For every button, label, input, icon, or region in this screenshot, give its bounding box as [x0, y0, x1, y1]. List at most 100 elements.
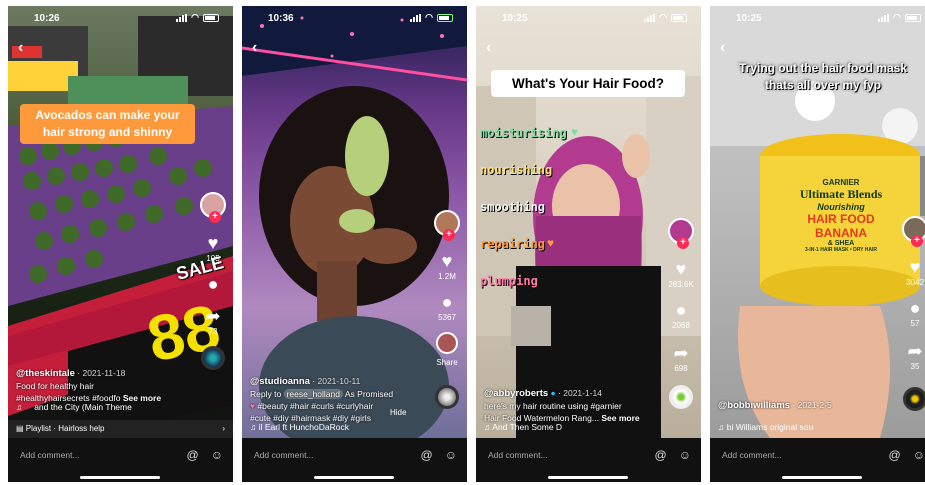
caption-hashtags-1[interactable]: #beauty #hair #curls #curlyhair	[257, 401, 373, 411]
add-comment-input[interactable]: Add comment...	[254, 450, 314, 460]
heart-emoji-icon: ♥	[250, 401, 256, 411]
wifi-icon: ◠	[191, 12, 199, 22]
heart-icon[interactable]: ♥	[442, 252, 453, 270]
music-title: bi Williams original sou	[726, 422, 814, 432]
emoji-icon[interactable]: ☺	[913, 448, 925, 462]
music-disc-icon[interactable]	[435, 385, 459, 409]
mention-icon[interactable]: @	[655, 448, 667, 462]
comment-bar: Add comment... @ ☺	[242, 438, 467, 482]
playlist-bar[interactable]: ▤ Playlist · Hairloss help ›	[8, 420, 233, 438]
mention-icon[interactable]: @	[421, 448, 433, 462]
status-bar: 10:25 ◠	[476, 6, 701, 28]
music-ticker[interactable]: ♫ il Earl ft HunchoDaRock	[250, 422, 420, 432]
mention-icon[interactable]: @	[187, 448, 199, 462]
battery-icon	[437, 13, 453, 22]
comment-count: 2068	[672, 321, 690, 330]
music-disc-icon[interactable]	[669, 385, 693, 409]
wifi-icon: ◠	[893, 12, 901, 22]
follow-plus-icon[interactable]: +	[209, 211, 221, 223]
jar-line-2: Nourishing	[817, 202, 865, 212]
wifi-icon: ◠	[659, 12, 667, 22]
creator-username[interactable]: @bobbiwilliams	[718, 400, 790, 411]
like-count: 283.6K	[668, 280, 694, 289]
comment-bar: Add comment... @ ☺	[8, 438, 233, 482]
status-time: 10:36	[268, 13, 294, 24]
home-indicator	[80, 476, 160, 479]
music-title: and the City (Main Theme	[34, 402, 132, 412]
add-comment-input[interactable]: Add comment...	[488, 450, 548, 460]
back-chevron-icon[interactable]: ‹	[720, 39, 725, 57]
back-chevron-icon[interactable]: ‹	[252, 39, 257, 57]
share-arrow-icon[interactable]: ➦	[673, 344, 688, 362]
signal-icon	[410, 13, 422, 22]
back-chevron-icon[interactable]: ‹	[486, 39, 491, 57]
jar-line-6: 3-IN-1 HAIR MASK • DRY HAIR	[804, 247, 878, 253]
battery-icon	[203, 13, 219, 22]
music-note-icon: ♫	[718, 422, 725, 432]
video-overlay-text: Trying out the hair food mask thats all …	[738, 61, 908, 92]
music-ticker[interactable]: ♫ and the City (Main Theme	[16, 402, 186, 412]
like-count: 1.2M	[438, 272, 456, 281]
follow-plus-icon[interactable]: +	[911, 235, 923, 247]
chevron-right-icon: ›	[222, 424, 225, 433]
emoji-icon[interactable]: ☺	[679, 448, 691, 462]
comment-icon[interactable]: ●	[676, 301, 687, 319]
phone-screen-avocado: SALE 88 10:26 ◠ ‹ Avocados can make your…	[8, 6, 233, 482]
creator-avatar[interactable]: +	[668, 218, 694, 249]
follow-plus-icon[interactable]: +	[677, 237, 689, 249]
hide-button[interactable]: Hide	[390, 408, 406, 417]
playlist-label: Playlist · Hairloss help	[25, 424, 105, 433]
jar-brand: GARNIER	[822, 178, 860, 187]
music-title: And Then Some D	[492, 422, 563, 432]
post-date: 2021-2-5	[797, 400, 832, 410]
signal-icon	[644, 13, 656, 22]
video-title-card: What's Your Hair Food?	[491, 70, 685, 97]
follow-plus-icon[interactable]: +	[443, 229, 455, 241]
home-indicator	[782, 476, 862, 479]
action-rail: + ♥ 1.2M ● 5367 Share	[433, 210, 461, 409]
creator-avatar[interactable]: +	[434, 210, 460, 241]
phone-screen-curly-hair: 10:36 ◠ ‹ + ♥ 1.2M ● 5367 Share @studioa…	[242, 6, 467, 482]
creator-avatar[interactable]: +	[902, 216, 925, 247]
music-ticker[interactable]: ♫ And Then Some D	[484, 422, 654, 432]
music-ticker[interactable]: ♫ bi Williams original sou	[718, 422, 888, 432]
mention-icon[interactable]: @	[889, 448, 901, 462]
creator-avatar[interactable]: +	[200, 192, 226, 223]
heart-icon[interactable]: ♥	[208, 234, 219, 252]
word-nourishing: nourishing	[480, 163, 553, 177]
heart-emoji-icon: ♥	[571, 125, 579, 139]
heart-icon[interactable]: ♥	[676, 260, 687, 278]
back-chevron-icon[interactable]: ‹	[18, 39, 23, 57]
signal-icon	[176, 13, 188, 22]
heart-icon[interactable]: ♥	[910, 258, 921, 276]
reply-avatar[interactable]	[436, 332, 458, 354]
video-caption: @bobbiwilliams · 2021-2-5	[718, 400, 832, 411]
status-time: 10:26	[34, 13, 60, 24]
signal-icon	[878, 13, 890, 22]
video-caption: @theskintale · 2021-11-18 Food for healt…	[16, 367, 191, 404]
music-note-icon: ♫	[16, 402, 23, 412]
add-comment-input[interactable]: Add comment...	[20, 450, 80, 460]
share-arrow-icon[interactable]: ➦	[907, 342, 922, 360]
screenshot-row: SALE 88 10:26 ◠ ‹ Avocados can make your…	[0, 0, 925, 485]
creator-username[interactable]: @studioanna	[250, 376, 310, 387]
reply-username[interactable]: reese_holland	[283, 389, 343, 399]
comment-bar: Add comment... @ ☺	[476, 438, 701, 482]
reply-suffix: As Promised	[344, 389, 394, 399]
word-smoothing: smoothing	[480, 200, 546, 214]
creator-username[interactable]: @theskintale	[16, 368, 75, 379]
music-disc-icon[interactable]	[201, 346, 225, 370]
music-disc-icon[interactable]	[903, 387, 925, 411]
word-plumping: plumping	[480, 274, 538, 288]
add-comment-input[interactable]: Add comment...	[722, 450, 782, 460]
comment-icon[interactable]: ●	[910, 299, 921, 317]
share-arrow-icon[interactable]: ➦	[205, 307, 220, 325]
creator-username[interactable]: @abbyroberts	[484, 388, 548, 399]
share-count: 73	[208, 327, 218, 336]
emoji-icon[interactable]: ☺	[445, 448, 457, 462]
comment-icon[interactable]: ●	[442, 293, 453, 311]
emoji-icon[interactable]: ☺	[211, 448, 223, 462]
share-label[interactable]: Share	[436, 358, 457, 367]
comment-icon[interactable]: ●	[208, 275, 219, 293]
action-rail: + ♥ 105 ● ➦ 73	[199, 192, 227, 370]
